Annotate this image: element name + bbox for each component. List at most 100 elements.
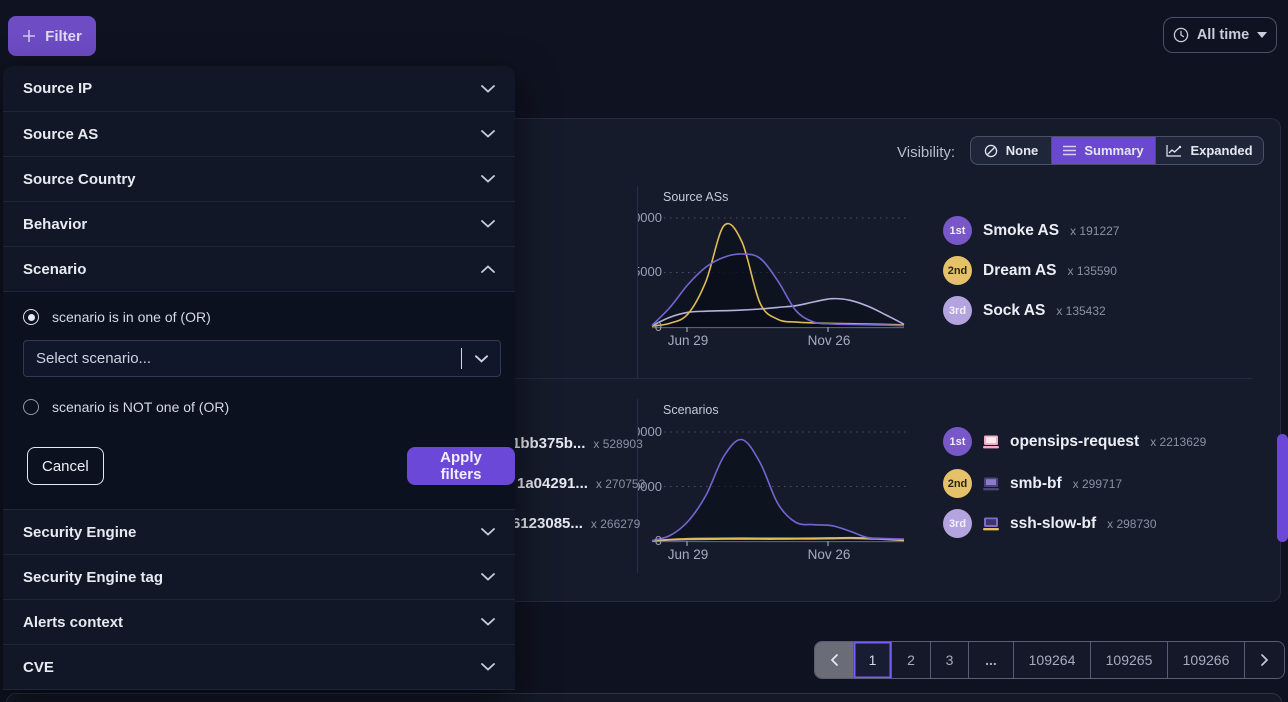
chevron-down-icon [481,618,495,626]
chevron-down-icon [481,220,495,228]
y-tick-label: 0 [638,533,662,548]
visibility-option-none[interactable]: None [971,137,1051,164]
x-tick-label: Jun 29 [668,547,709,562]
pagination-page-109266[interactable]: 109266 [1167,642,1244,678]
list-item: 6123085... x 266279 [512,515,640,532]
rank-count: x 298730 [1107,517,1156,531]
value-name: 1a04291... [517,475,588,492]
section-label: Source Country [23,171,136,188]
section-label: Security Engine [23,524,136,541]
select-placeholder: Select scenario... [36,350,461,367]
chevron-down-icon [481,85,495,93]
visibility-option-summary[interactable]: Summary [1051,137,1155,164]
value-name: 1bb375b... [512,435,585,452]
pagination-page-1[interactable]: 1 [853,642,891,678]
rank-name: smb-bf [1010,475,1062,493]
pagination-next-button[interactable] [1244,642,1284,678]
line-chart-icon [1166,144,1182,157]
filter-section-cve[interactable]: CVE [3,645,515,690]
visibility-option-expanded[interactable]: Expanded [1155,137,1263,164]
pagination-prev-button[interactable] [815,642,853,678]
text-cursor [461,348,462,369]
rank-badge-2nd: 2nd [943,469,972,498]
y-tick-label: 10000 [638,210,662,225]
apply-filters-button[interactable]: Apply filters [407,447,515,485]
rank-count: x 2213629 [1150,435,1206,449]
filter-section-behavior[interactable]: Behavior [3,202,515,247]
chevron-down-icon [481,528,495,536]
cancel-button[interactable]: Cancel [27,447,104,485]
plus-icon [22,29,36,43]
rank-item: 2nd Dream AS x 135590 [943,256,1117,285]
filter-section-source-as[interactable]: Source AS [3,112,515,157]
visibility-option-label: None [1006,143,1039,158]
rank-name: Dream AS [983,262,1057,280]
pagination-page-109264[interactable]: 109264 [1013,642,1090,678]
pagination-page-2[interactable]: 2 [891,642,930,678]
filter-section-scenario[interactable]: Scenario [3,247,515,292]
list-icon [1063,145,1076,156]
section-label: Source AS [23,126,98,143]
section-label: CVE [23,659,54,676]
rank-item: 1st opensips-request x 2213629 [943,427,1206,456]
caret-down-icon [1257,32,1267,38]
value-count: x 528903 [593,437,642,451]
next-section-card [6,693,1282,702]
ban-icon [984,144,998,158]
pagination-page-109265[interactable]: 109265 [1090,642,1167,678]
filter-section-source-country[interactable]: Source Country [3,157,515,202]
filter-section-security-engine[interactable]: Security Engine [3,510,515,555]
rank-item: 3rd ssh-slow-bf x 298730 [943,509,1157,538]
section-label: Behavior [23,216,87,233]
section-label: Scenario [23,261,86,278]
radio-scenario-not[interactable]: scenario is NOT one of (OR) [23,399,229,415]
time-range-label: All time [1197,27,1249,43]
section-label: Alerts context [23,614,123,631]
visibility-label: Visibility: [897,144,955,161]
section-label: Source IP [23,80,92,97]
scenario-section-body: scenario is in one of (OR) Select scenar… [3,292,515,510]
chevron-down-icon [475,355,488,363]
radio-unselected-icon [23,399,39,415]
rank-name: opensips-request [1010,433,1139,451]
rank-badge-3rd: 3rd [943,509,972,538]
chevron-up-icon [481,265,495,273]
line-chart [648,200,912,352]
rank-item: 1st Smoke AS x 191227 [943,216,1119,245]
pagination-page-3[interactable]: 3 [930,642,968,678]
filter-dropdown-panel: Source IP Source AS Source Country Behav… [3,66,515,690]
rank-count: x 135590 [1068,264,1117,278]
rank-name: Smoke AS [983,222,1059,240]
rank-name: Sock AS [983,302,1045,320]
section-label: Security Engine tag [23,569,163,586]
radio-scenario-in[interactable]: scenario is in one of (OR) [23,309,211,325]
line-chart [648,424,912,566]
chevron-right-icon [1261,654,1269,666]
chevron-down-icon [481,663,495,671]
pagination-ellipsis[interactable]: ... [968,642,1013,678]
scrollbar-thumb[interactable] [1277,434,1288,542]
pagination: 1 2 3 ... 109264 109265 109266 [814,641,1285,679]
filter-section-security-engine-tag[interactable]: Security Engine tag [3,555,515,600]
clock-icon [1173,27,1189,43]
visibility-option-label: Summary [1084,143,1143,158]
chevron-down-icon [481,175,495,183]
list-item: 1bb375b... x 528903 [512,435,643,452]
x-tick-label: Nov 26 [808,333,851,348]
chevron-down-icon [481,573,495,581]
x-tick-label: Nov 26 [808,547,851,562]
filter-section-source-ip[interactable]: Source IP [3,66,515,112]
value-name: 6123085... [512,515,583,532]
visibility-option-label: Expanded [1190,143,1252,158]
y-tick-label: 5000 [638,264,662,279]
x-tick-label: Jun 29 [668,333,709,348]
rank-item: 2nd smb-bf x 299717 [943,469,1122,498]
filter-section-alerts-context[interactable]: Alerts context [3,600,515,645]
computer-icon [983,477,999,491]
rank-badge-1st: 1st [943,216,972,245]
time-range-button[interactable]: All time [1163,17,1277,53]
filter-button[interactable]: Filter [8,16,96,56]
computer-icon [983,435,999,449]
visibility-toggle-group: None Summary Expanded [970,136,1264,165]
scenario-select[interactable]: Select scenario... [23,340,501,377]
